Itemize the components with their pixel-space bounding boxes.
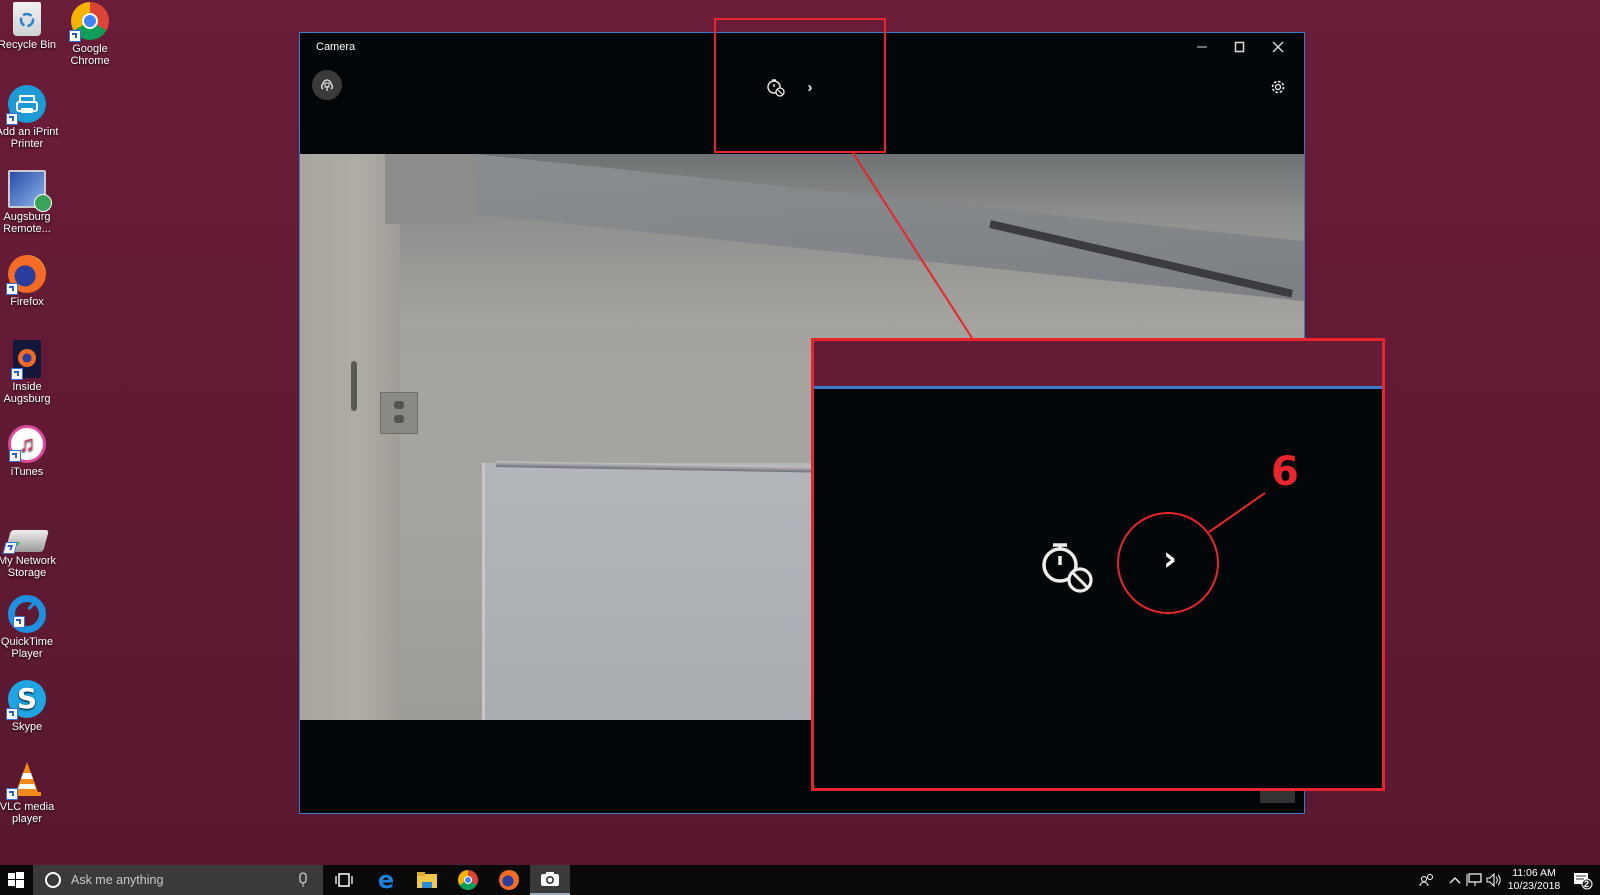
preview-hook — [351, 361, 357, 411]
self-timer-off-icon — [1042, 543, 1093, 593]
remote-desktop-icon — [8, 170, 52, 212]
edge-icon: e — [377, 866, 395, 894]
taskbar-file-explorer[interactable] — [407, 865, 447, 895]
desktop-icon-label: QuickTime Player — [0, 636, 54, 660]
chevron-up-icon — [1449, 877, 1461, 884]
preview-whiteboard — [482, 463, 845, 720]
onedrive-upload-button[interactable] — [312, 70, 342, 100]
taskbar-edge[interactable]: e — [366, 865, 406, 895]
desktop-icon-label: Inside Augsburg — [3, 381, 51, 405]
shortcut-arrow-icon — [6, 283, 18, 295]
step-number-label: 6 — [1271, 449, 1299, 495]
chrome-icon — [69, 2, 109, 42]
desktop-icon-google-chrome[interactable]: Google Chrome — [58, 2, 122, 67]
task-view-button[interactable] — [324, 865, 364, 895]
taskbar: Ask me anything e 11:06 AM 10/23/2018 2 — [0, 865, 1600, 895]
shortcut-arrow-icon — [13, 616, 25, 628]
cortana-icon — [45, 872, 61, 888]
gear-icon — [1271, 80, 1285, 94]
settings-button[interactable] — [1266, 75, 1290, 99]
taskbar-firefox[interactable] — [489, 865, 529, 895]
notification-icon — [1574, 873, 1593, 890]
callout-desktop-strip — [814, 341, 1382, 386]
printer-icon — [6, 85, 46, 125]
chevron-right-icon: › — [1163, 539, 1178, 579]
shortcut-arrow-icon — [6, 708, 18, 720]
notification-count: 2 — [1584, 879, 1590, 889]
desktop-icon-label: Firefox — [10, 296, 44, 308]
shortcut-arrow-icon — [11, 368, 23, 380]
firefox-icon — [6, 255, 46, 295]
people-button[interactable] — [1416, 865, 1438, 895]
window-title: Camera — [316, 41, 356, 53]
desktop-icon-vlc[interactable]: VLC media player — [0, 760, 59, 825]
desktop-icon-skype[interactable]: S Skype — [0, 680, 59, 733]
desktop-icon-label: Augsburg Remote... — [3, 211, 51, 235]
maximize-icon — [1234, 41, 1245, 53]
vlc-icon — [6, 760, 46, 800]
close-button[interactable] — [1260, 36, 1296, 58]
capture-mode-tab[interactable] — [1260, 789, 1295, 803]
preview-ceiling — [475, 154, 1304, 309]
windows-logo-icon — [8, 872, 24, 888]
cortana-search-box[interactable]: Ask me anything — [33, 865, 323, 895]
firefox-icon — [499, 870, 519, 890]
maximize-button[interactable] — [1222, 36, 1258, 58]
volume-button[interactable] — [1485, 865, 1503, 895]
show-hidden-icons-button[interactable] — [1447, 865, 1463, 895]
volume-icon — [1486, 873, 1501, 887]
quicktime-icon — [8, 595, 46, 633]
microphone-icon[interactable] — [297, 872, 309, 888]
start-button[interactable] — [0, 865, 32, 895]
desktop-icon-label: Skype — [11, 721, 43, 733]
close-icon — [1272, 41, 1284, 53]
desktop-icon-label: My Network Storage — [0, 555, 57, 579]
clock-date: 10/23/2018 — [1507, 880, 1561, 892]
shortcut-arrow-icon — [9, 450, 21, 462]
desktop-icon-network-storage[interactable]: My Network Storage — [0, 520, 59, 579]
network-button[interactable] — [1465, 865, 1483, 895]
desktop-icon-label: VLC media player — [0, 801, 55, 825]
people-icon — [1419, 874, 1433, 887]
cloud-upload-icon — [321, 79, 333, 91]
zoom-callout: › — [811, 338, 1385, 791]
taskbar-camera[interactable] — [530, 865, 570, 895]
recycle-bin-icon — [13, 2, 41, 36]
desktop-icon-firefox[interactable]: Firefox — [0, 255, 59, 308]
task-view-icon — [335, 873, 353, 887]
preview-beam — [385, 154, 475, 224]
chrome-icon — [458, 870, 478, 890]
minimize-button[interactable] — [1184, 36, 1220, 58]
system-clock[interactable]: 11:06 AM 10/23/2018 — [1502, 867, 1566, 893]
desktop-icon-inside-augsburg[interactable]: Inside Augsburg — [0, 340, 59, 405]
shortcut-arrow-icon — [6, 788, 18, 800]
desktop-icon-recycle-bin[interactable]: Recycle Bin — [0, 2, 59, 51]
itunes-icon: ♫ — [8, 425, 46, 463]
shortcut-arrow-icon — [69, 30, 81, 42]
action-center-button[interactable]: 2 — [1570, 865, 1596, 895]
desktop-icon-quicktime[interactable]: QuickTime Player — [0, 595, 59, 660]
shortcut-arrow-icon — [2, 542, 18, 554]
minimize-icon — [1197, 46, 1207, 48]
preview-outlet — [380, 392, 418, 434]
skype-icon: S — [6, 680, 46, 720]
desktop-icon-itunes[interactable]: ♫ iTunes — [0, 425, 59, 478]
desktop-icon-label: iTunes — [10, 466, 44, 478]
network-icon — [1466, 873, 1482, 886]
inside-augsburg-icon — [11, 340, 41, 380]
taskbar-chrome[interactable] — [448, 865, 488, 895]
camera-icon — [541, 872, 559, 886]
desktop-icon-iprint-printer[interactable]: Add an iPrint Printer — [0, 85, 59, 150]
file-explorer-icon — [417, 872, 437, 888]
shortcut-arrow-icon — [6, 113, 18, 125]
desktop-icon-augsburg-remote[interactable]: Augsburg Remote... — [0, 170, 59, 235]
highlight-box — [714, 18, 886, 153]
network-storage-icon — [2, 530, 49, 554]
search-placeholder: Ask me anything — [71, 873, 164, 887]
desktop-icon-label: Add an iPrint Printer — [0, 126, 59, 150]
desktop-icon-label: Google Chrome — [70, 43, 110, 67]
preview-pillar — [300, 154, 400, 720]
clock-time: 11:06 AM — [1512, 867, 1556, 879]
desktop-icon-label: Recycle Bin — [0, 39, 57, 51]
